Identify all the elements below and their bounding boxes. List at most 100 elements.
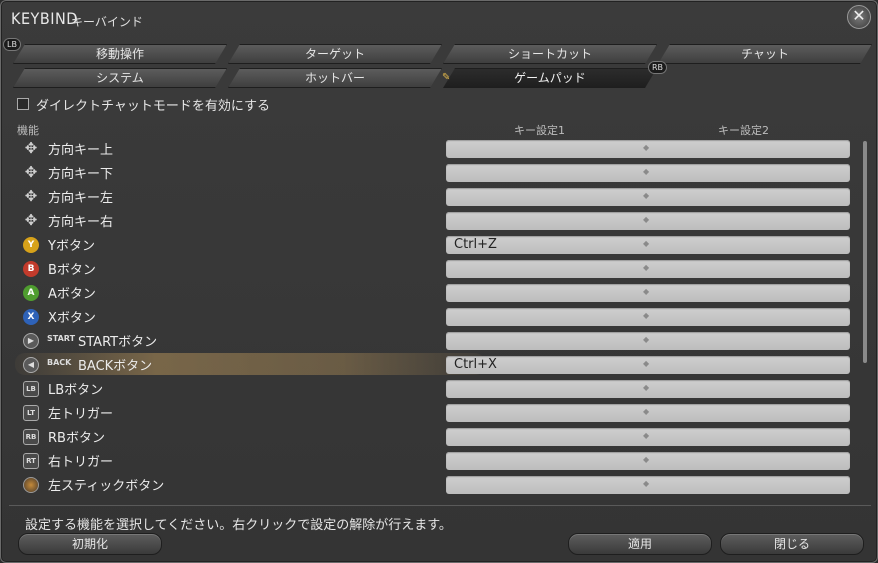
- dpad-down-icon: ✥: [24, 163, 38, 181]
- lb-button-icon: LB: [23, 381, 39, 397]
- key-binding-field[interactable]: ◆: [446, 260, 850, 278]
- hint-text: 設定する機能を選択してください。右クリックで設定の解除が行えます。: [25, 518, 452, 533]
- left-stick-button-icon: [23, 477, 39, 493]
- pencil-icon: ✎: [442, 72, 451, 83]
- back-button-icon: ◀: [23, 357, 39, 373]
- key-binding-field[interactable]: Ctrl+X ◆: [446, 356, 850, 374]
- dpad-up-icon: ✥: [24, 139, 38, 157]
- separator-icon: ◆: [643, 167, 650, 176]
- key-binding-field[interactable]: ◆: [446, 476, 850, 494]
- close-icon[interactable]: ✕: [847, 5, 871, 29]
- key-binding-field[interactable]: ◆: [446, 140, 850, 158]
- column-function-header: 機能: [17, 124, 39, 137]
- key1-value: Ctrl+X: [454, 357, 497, 372]
- key-binding-field[interactable]: ◆: [446, 380, 850, 398]
- a-button-icon: A: [23, 285, 39, 301]
- separator-icon: ◆: [643, 311, 650, 320]
- function-label: 方向キー左: [48, 191, 114, 206]
- key-binding-field[interactable]: ◆: [446, 284, 850, 302]
- close-button[interactable]: 閉じる: [720, 533, 864, 555]
- title-bar[interactable]: KEYBIND キーバインド ✕: [1, 1, 877, 35]
- separator-icon: ◆: [643, 287, 650, 296]
- list-item[interactable]: LB LBボタン ◆: [1, 377, 877, 399]
- x-button-icon: X: [23, 309, 39, 325]
- function-label: 方向キー上: [48, 143, 114, 158]
- separator-icon: ◆: [643, 191, 650, 200]
- separator-icon: ◆: [643, 335, 650, 344]
- lb-badge: LB: [3, 38, 21, 51]
- function-label: 方向キー右: [48, 215, 114, 230]
- function-label: Yボタン: [48, 239, 95, 254]
- separator-icon: ◆: [643, 143, 650, 152]
- scrollbar[interactable]: [863, 141, 867, 363]
- tab-gamepad[interactable]: ゲームパッド: [443, 68, 657, 88]
- b-button-icon: B: [23, 261, 39, 277]
- list-item[interactable]: ✥ 方向キー下 ◆: [1, 161, 877, 183]
- key-binding-field[interactable]: ◆: [446, 164, 850, 182]
- list-item[interactable]: Y Yボタン Ctrl+Z ◆: [1, 233, 877, 255]
- key-binding-field[interactable]: ◆: [446, 404, 850, 422]
- list-item[interactable]: RT 右トリガー ◆: [1, 449, 877, 471]
- key-binding-field[interactable]: ◆: [446, 452, 850, 470]
- separator-icon: ◆: [643, 383, 650, 392]
- list-item[interactable]: X Xボタン ◆: [1, 305, 877, 327]
- key-binding-field[interactable]: Ctrl+Z ◆: [446, 236, 850, 254]
- column-key2-header: キー設定2: [718, 124, 769, 137]
- key-binding-field[interactable]: ◆: [446, 332, 850, 350]
- back-tag: BACK: [47, 358, 72, 367]
- tab-system[interactable]: システム: [13, 68, 227, 88]
- tab-movement[interactable]: 移動操作: [13, 44, 227, 64]
- list-item[interactable]: 左スティックボタン ◆: [1, 473, 877, 495]
- function-label: 右トリガー: [48, 455, 114, 470]
- list-item[interactable]: ▶ START STARTボタン ◆: [1, 329, 877, 351]
- window-title: KEYBIND: [11, 9, 78, 28]
- y-button-icon: Y: [23, 237, 39, 253]
- list-item[interactable]: ✥ 方向キー左 ◆: [1, 185, 877, 207]
- keybind-window: KEYBIND キーバインド ✕ LB 移動操作 ターゲット ショートカット チ…: [0, 0, 878, 563]
- function-label: 左トリガー: [48, 407, 114, 422]
- separator-icon: ◆: [643, 479, 650, 488]
- tab-label: ショートカット: [507, 47, 592, 61]
- separator-icon: ◆: [643, 239, 650, 248]
- lt-trigger-icon: LT: [23, 405, 39, 421]
- list-item[interactable]: RB RBボタン ◆: [1, 425, 877, 447]
- function-label: BACKボタン: [78, 359, 153, 374]
- tab-hotbar[interactable]: ホットバー: [228, 68, 442, 88]
- function-label: Aボタン: [48, 287, 96, 302]
- list-item[interactable]: ✥ 方向キー上 ◆: [1, 137, 877, 159]
- key-binding-field[interactable]: ◆: [446, 308, 850, 326]
- function-label: RBボタン: [48, 431, 105, 446]
- separator-icon: ◆: [643, 263, 650, 272]
- divider: [9, 505, 871, 506]
- tab-shortcut[interactable]: ショートカット: [443, 44, 657, 64]
- separator-icon: ◆: [643, 215, 650, 224]
- list-item[interactable]: LT 左トリガー ◆: [1, 401, 877, 423]
- list-item[interactable]: ✥ 方向キー右 ◆: [1, 209, 877, 231]
- list-item[interactable]: B Bボタン ◆: [1, 257, 877, 279]
- list-item[interactable]: A Aボタン ◆: [1, 281, 877, 303]
- tab-chat[interactable]: チャット: [658, 44, 872, 64]
- tab-label: ターゲット: [304, 47, 365, 61]
- key-binding-field[interactable]: ◆: [446, 212, 850, 230]
- list-item-selected[interactable]: ◀ BACK BACKボタン Ctrl+X ◆: [1, 353, 877, 375]
- function-label: Bボタン: [48, 263, 96, 278]
- rb-button-icon: RB: [23, 429, 39, 445]
- function-label: 方向キー下: [48, 167, 114, 182]
- rb-badge: RB: [648, 61, 668, 74]
- key-binding-field[interactable]: ◆: [446, 428, 850, 446]
- tab-target[interactable]: ターゲット: [228, 44, 442, 64]
- window-subtitle: キーバインド: [71, 15, 143, 29]
- apply-button[interactable]: 適用: [568, 533, 712, 555]
- start-button-icon: ▶: [23, 333, 39, 349]
- direct-chat-checkbox[interactable]: [17, 98, 29, 110]
- separator-icon: ◆: [643, 455, 650, 464]
- function-label: Xボタン: [48, 311, 96, 326]
- key1-value: Ctrl+Z: [454, 237, 497, 252]
- key-binding-field[interactable]: ◆: [446, 188, 850, 206]
- separator-icon: ◆: [643, 407, 650, 416]
- separator-icon: ◆: [643, 359, 650, 368]
- function-label: STARTボタン: [78, 335, 158, 350]
- reset-button[interactable]: 初期化: [18, 533, 162, 555]
- function-label: LBボタン: [48, 383, 104, 398]
- function-label: 左スティックボタン: [48, 479, 165, 494]
